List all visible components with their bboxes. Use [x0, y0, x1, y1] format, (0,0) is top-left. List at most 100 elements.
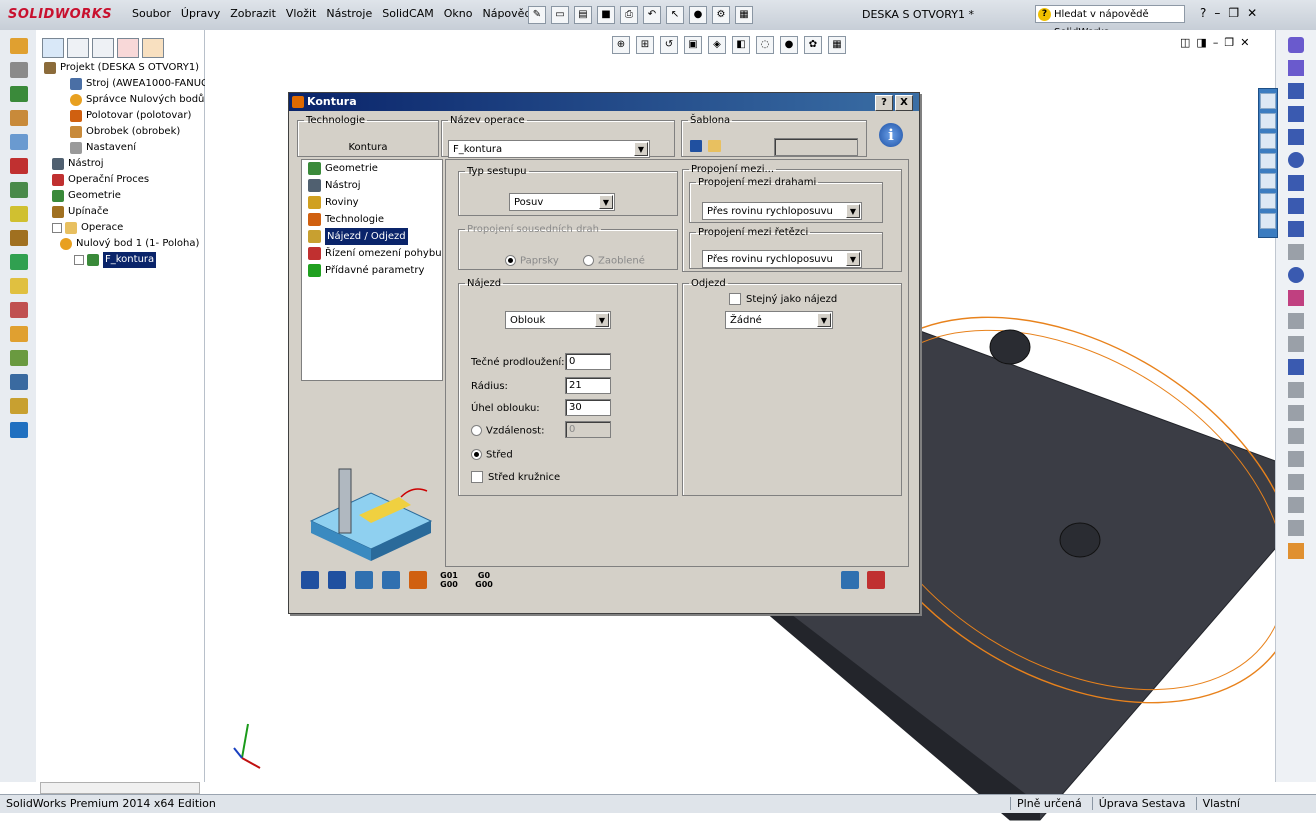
- menu-nastroje[interactable]: Nástroje: [326, 7, 372, 20]
- pin-icon[interactable]: ✎: [528, 6, 546, 24]
- view-options-icon[interactable]: ▦: [735, 6, 753, 24]
- minimize-icon[interactable]: –: [1213, 36, 1219, 49]
- fillet-icon[interactable]: [1288, 244, 1304, 260]
- gcode-g01-button[interactable]: G01 G00: [436, 571, 462, 589]
- options-icon[interactable]: ⚙: [712, 6, 730, 24]
- nav-nastroj[interactable]: Nástroj: [302, 177, 442, 194]
- extend-icon[interactable]: [1288, 405, 1304, 421]
- open-icon[interactable]: ▤: [574, 6, 592, 24]
- section-view-icon[interactable]: ▣: [684, 36, 702, 54]
- dialog-help-button[interactable]: ?: [875, 95, 893, 111]
- save-calc-exit-icon[interactable]: [382, 571, 400, 589]
- mirror-icon[interactable]: [1288, 428, 1304, 444]
- exit-icon[interactable]: [867, 571, 885, 589]
- chevron-down-icon[interactable]: ▼: [846, 252, 860, 266]
- repair-icon[interactable]: [1288, 497, 1304, 513]
- tree-node-zero-point-1[interactable]: Nulový bod 1 (1- Poloha): [44, 236, 204, 252]
- chevron-down-icon[interactable]: ▼: [817, 313, 831, 327]
- chevron-down-icon[interactable]: ▼: [599, 195, 613, 209]
- report-icon[interactable]: [10, 350, 28, 366]
- profile-icon[interactable]: [10, 182, 28, 198]
- tree-node-stock[interactable]: Polotovar (polotovar): [44, 108, 204, 124]
- drill-icon[interactable]: [10, 134, 28, 150]
- info-icon[interactable]: i: [879, 123, 903, 147]
- lead-in-type-combo[interactable]: Oblouk ▼: [505, 311, 611, 329]
- simulate-icon[interactable]: [10, 254, 28, 270]
- edit-appearance-icon[interactable]: ●: [780, 36, 798, 54]
- menu-zobrazit[interactable]: Zobrazit: [230, 7, 276, 20]
- tool-icon[interactable]: [10, 62, 28, 78]
- nav-najezd-odjezd[interactable]: Nájezd / Odjezd: [302, 228, 442, 245]
- slot-icon[interactable]: [1288, 129, 1304, 145]
- menu-solidcam[interactable]: SolidCAM: [382, 7, 434, 20]
- point-icon[interactable]: [1288, 290, 1304, 306]
- spline-icon[interactable]: [1288, 198, 1304, 214]
- f-kontura-checkbox[interactable]: [74, 255, 84, 265]
- design-library-icon[interactable]: [1260, 113, 1276, 129]
- close-icon[interactable]: ✕: [1247, 6, 1257, 20]
- template-name-input[interactable]: [774, 138, 858, 156]
- apply-scene-icon[interactable]: ✿: [804, 36, 822, 54]
- tree-node-machine[interactable]: Stroj (AWEA1000-FANUC): [44, 76, 212, 92]
- fixture-icon[interactable]: [10, 230, 28, 246]
- arc-angle-input[interactable]: 30: [565, 399, 611, 416]
- tree-node-project[interactable]: Projekt (DESKA S OTVORY1): [44, 60, 204, 76]
- circle-icon[interactable]: [1288, 152, 1304, 168]
- nav-rizeni-omezeni[interactable]: Řízení omezení pohybu: [302, 245, 442, 262]
- restore-icon[interactable]: ❐: [1228, 6, 1239, 20]
- radio-zaoblene[interactable]: Zaoblené: [583, 255, 645, 267]
- gcode-g00-button[interactable]: G0 G00: [471, 571, 497, 589]
- tree-node-operations[interactable]: Operace: [44, 220, 204, 236]
- save-exit-icon[interactable]: [355, 571, 373, 589]
- view-palette-icon[interactable]: [1260, 173, 1276, 189]
- help-icon[interactable]: ?: [1200, 6, 1206, 20]
- quick-snaps-icon[interactable]: [1288, 543, 1304, 559]
- ellipse-icon[interactable]: [1288, 221, 1304, 237]
- edit-icon[interactable]: [10, 302, 28, 318]
- layer-icon[interactable]: [10, 374, 28, 390]
- view-settings-icon[interactable]: ▦: [828, 36, 846, 54]
- link-between-chains-combo[interactable]: Přes rovinu rychloposuvu ▼: [702, 250, 862, 268]
- minimize-icon[interactable]: –: [1214, 6, 1220, 20]
- folder-icon[interactable]: [1260, 153, 1276, 169]
- tree-horizontal-scrollbar[interactable]: [40, 782, 200, 794]
- tree-node-tool[interactable]: Nástroj: [44, 156, 204, 172]
- checkbox-stred-kruznice[interactable]: Střed kružnice: [471, 471, 560, 483]
- menu-okno[interactable]: Okno: [444, 7, 473, 20]
- save-calc-icon[interactable]: [328, 571, 346, 589]
- radio-stred[interactable]: Střed: [471, 449, 513, 461]
- chevron-down-icon[interactable]: ▼: [634, 142, 648, 156]
- tree-node-f-kontura[interactable]: F_kontura: [44, 252, 204, 268]
- file-explorer-icon[interactable]: [1260, 133, 1276, 149]
- tree-node-target[interactable]: Obrobek (obrobek): [44, 124, 204, 140]
- tree-node-zero-manager[interactable]: Správce Nulových bodů: [44, 92, 204, 108]
- sketch-icon[interactable]: [1288, 37, 1304, 53]
- restore-icon[interactable]: ❐: [1224, 36, 1234, 49]
- checkbox-same-as-lead-in[interactable]: Stejný jako nájezd: [729, 293, 837, 305]
- line-icon[interactable]: [1288, 83, 1304, 99]
- centerline-icon[interactable]: [1288, 313, 1304, 329]
- tile-icon[interactable]: ◨: [1196, 36, 1206, 49]
- previous-view-icon[interactable]: ↺: [660, 36, 678, 54]
- lead-icon[interactable]: [10, 38, 28, 54]
- help-search-input[interactable]: Hledat v nápovědě SolidWorks: [1035, 5, 1185, 38]
- arc-icon[interactable]: [1288, 175, 1304, 191]
- tab-solidcam[interactable]: [142, 38, 164, 58]
- hide-show-icon[interactable]: ◌: [756, 36, 774, 54]
- dialog-title-bar[interactable]: Kontura ? X: [289, 93, 919, 111]
- pocket-icon[interactable]: [10, 206, 28, 222]
- tree-node-settings[interactable]: Nastavení: [44, 140, 204, 156]
- text-icon[interactable]: [1288, 359, 1304, 375]
- nav-roviny[interactable]: Roviny: [302, 194, 442, 211]
- radius-input[interactable]: 21: [565, 377, 611, 394]
- lead-out-type-combo[interactable]: Žádné ▼: [725, 311, 833, 329]
- link-between-passes-combo[interactable]: Přes rovinu rychloposuvu ▼: [702, 202, 862, 220]
- display-style-icon[interactable]: ◧: [732, 36, 750, 54]
- new-document-icon[interactable]: ▭: [551, 6, 569, 24]
- sketch-icon[interactable]: [10, 422, 28, 438]
- tree-node-fixtures[interactable]: Upínače: [44, 204, 204, 220]
- nav-technologie[interactable]: Technologie: [302, 211, 442, 228]
- gcode-icon[interactable]: [10, 278, 28, 294]
- offset-icon[interactable]: [1288, 336, 1304, 352]
- tab-configuration[interactable]: [92, 38, 114, 58]
